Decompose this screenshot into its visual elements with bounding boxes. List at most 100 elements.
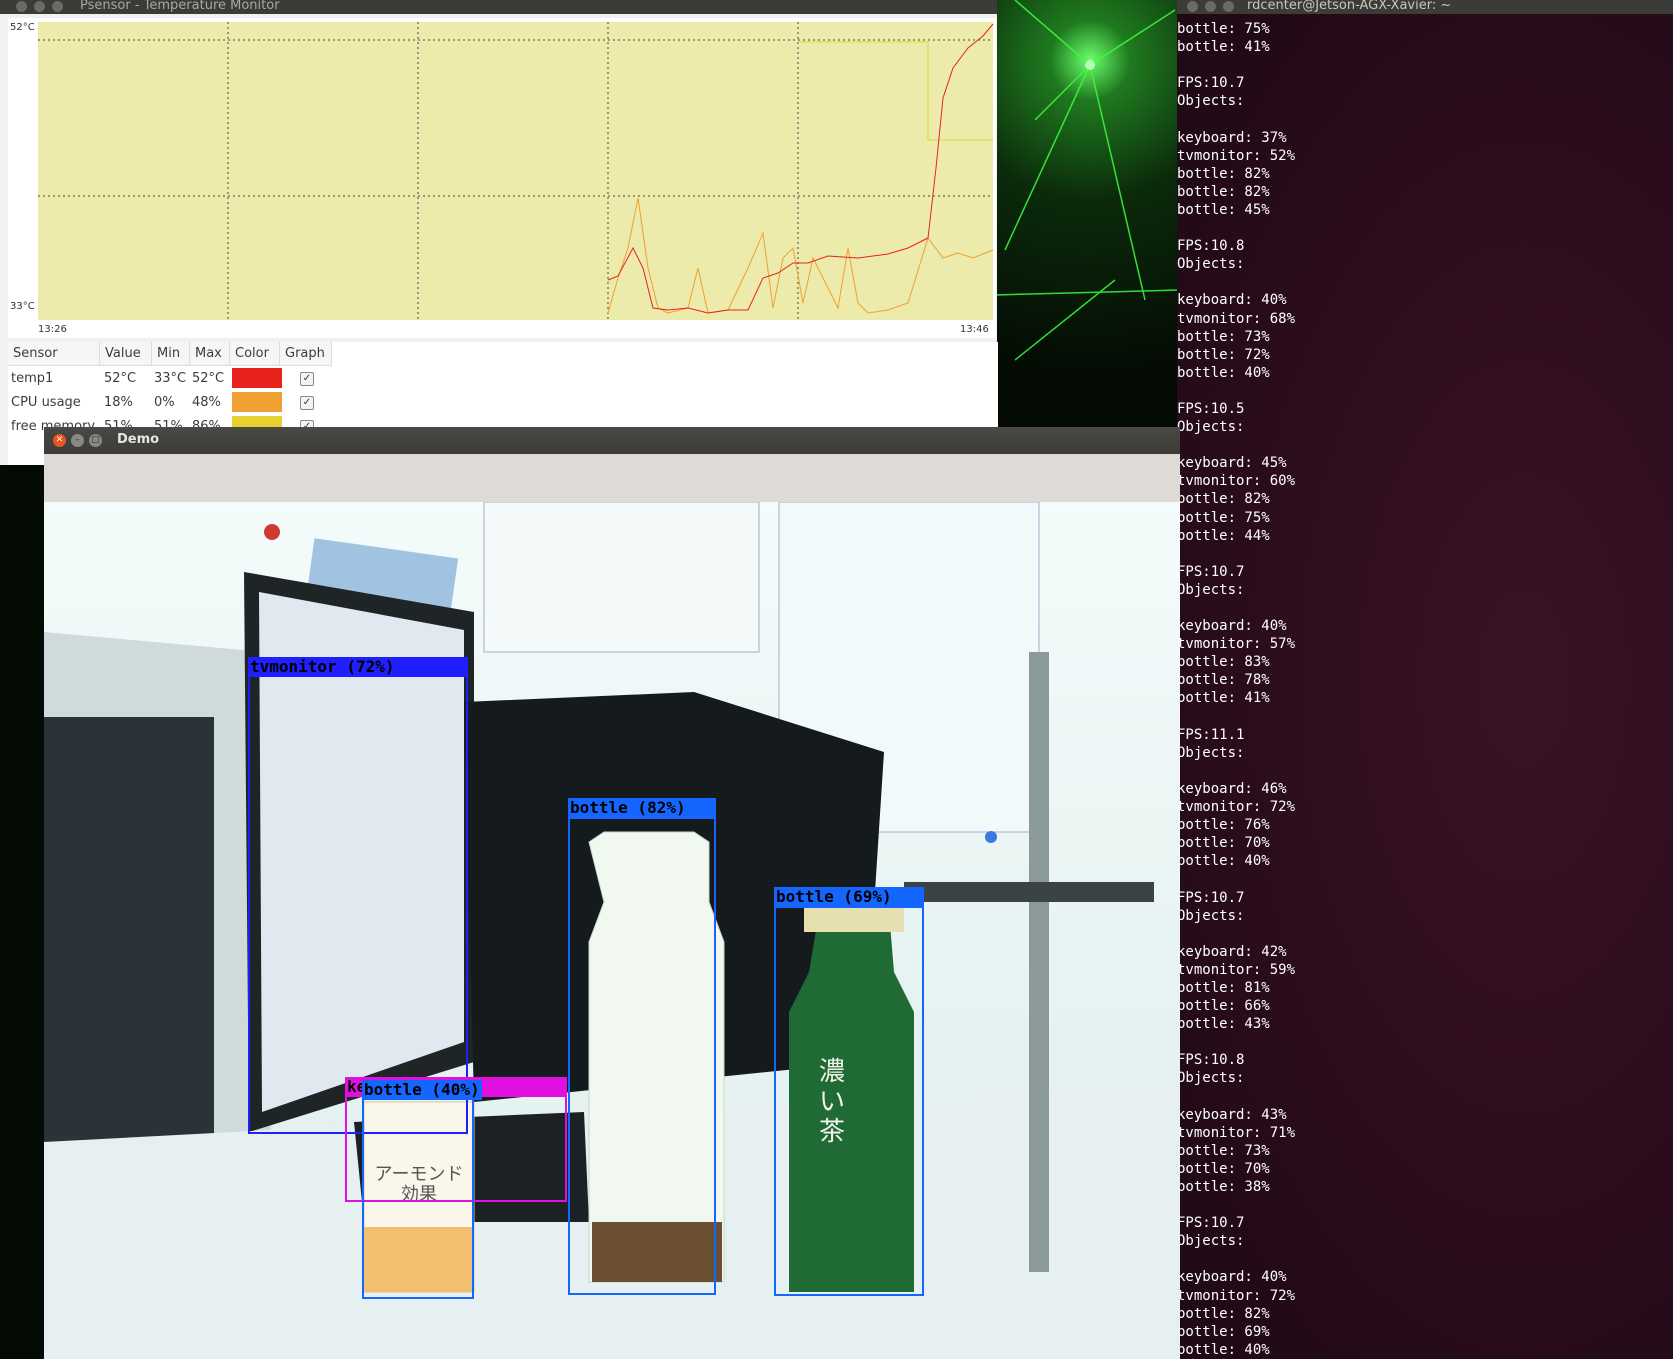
- terminal-line: bottle: 83%: [1177, 654, 1270, 671]
- terminal-line: FPS:10.7: [1177, 1215, 1245, 1232]
- sensor-name: temp1: [11, 371, 54, 386]
- terminal-line: tvmonitor: 59%: [1177, 961, 1296, 978]
- minimize-icon[interactable]: [1205, 1, 1216, 12]
- terminal-line: FPS:11.1: [1177, 726, 1245, 743]
- terminal-line: bottle: 45%: [1177, 201, 1270, 218]
- minimize-icon[interactable]: [34, 1, 45, 12]
- maximize-icon[interactable]: □: [89, 434, 102, 447]
- demo-titlebar[interactable]: ✕ – □ Demo: [44, 427, 1180, 454]
- psensor-window: Psensor - Temperature Monitor 52°C 33°C …: [0, 0, 998, 465]
- maximize-icon[interactable]: [1223, 1, 1234, 12]
- terminal-line: bottle: 40%: [1177, 1341, 1270, 1358]
- shelf: [904, 882, 1154, 902]
- terminal-line: Objects:: [1177, 419, 1245, 436]
- terminal-line: FPS:10.8: [1177, 238, 1245, 255]
- terminal-line: keyboard: 43%: [1177, 1106, 1287, 1123]
- column-header-color[interactable]: Color: [230, 342, 280, 366]
- detection-box: [774, 906, 924, 1296]
- detection-label: tvmonitor (72%): [248, 657, 468, 677]
- close-icon[interactable]: [1187, 1, 1198, 12]
- window-title: Demo: [117, 432, 160, 447]
- sensor-name: CPU usage: [11, 395, 81, 410]
- terminal-line: bottle: 41%: [1177, 690, 1270, 707]
- color-swatch[interactable]: [232, 368, 282, 388]
- terminal-line: bottle: 75%: [1177, 21, 1270, 37]
- column-header-graph[interactable]: Graph: [280, 342, 332, 366]
- detection-box: [248, 674, 468, 1134]
- terminal-line: bottle: 69%: [1177, 1323, 1270, 1340]
- terminal-line: bottle: 73%: [1177, 1142, 1270, 1159]
- terminal-line: tvmonitor: 60%: [1177, 473, 1296, 490]
- terminal-line: bottle: 82%: [1177, 165, 1270, 182]
- terminal-line: Objects:: [1177, 256, 1245, 273]
- desktop-wallpaper-art: [995, 0, 1180, 361]
- terminal-line: tvmonitor: 68%: [1177, 310, 1296, 327]
- terminal-line: bottle: 82%: [1177, 183, 1270, 200]
- terminal-line: Objects:: [1177, 93, 1245, 110]
- terminal-line: bottle: 66%: [1177, 998, 1270, 1015]
- terminal-line: bottle: 76%: [1177, 817, 1270, 834]
- terminal-line: FPS:10.5: [1177, 400, 1245, 417]
- demo-toolbar: [44, 454, 1180, 502]
- blue-magnet: [985, 831, 997, 843]
- terminal-line: tvmonitor: 52%: [1177, 147, 1296, 164]
- close-icon[interactable]: [16, 1, 27, 12]
- terminal-line: keyboard: 40%: [1177, 618, 1287, 635]
- terminal-line: keyboard: 40%: [1177, 1269, 1287, 1286]
- color-swatch[interactable]: [232, 392, 282, 412]
- column-header-sensor[interactable]: Sensor: [8, 342, 100, 366]
- sensor-value: 52°C: [104, 371, 137, 386]
- terminal-line: Objects:: [1177, 744, 1245, 761]
- maximize-icon[interactable]: [52, 1, 63, 12]
- terminal-line: keyboard: 42%: [1177, 943, 1287, 960]
- terminal-line: bottle: 75%: [1177, 509, 1270, 526]
- terminal-line: Objects:: [1177, 581, 1245, 598]
- terminal-line: bottle: 82%: [1177, 491, 1270, 508]
- terminal-line: FPS:10.7: [1177, 563, 1245, 580]
- graph-plot-area: [38, 22, 993, 320]
- detection-label: bottle (69%): [774, 887, 924, 907]
- terminal-output[interactable]: bottle: 75% bottle: 41% FPS:10.7 Objects: …: [1177, 20, 1673, 1359]
- terminal-line: Objects:: [1177, 1070, 1245, 1087]
- graph-checkbox[interactable]: ✓: [300, 372, 314, 386]
- terminal-titlebar[interactable]: rdcenter@Jetson-AGX-Xavier: ~: [1177, 0, 1673, 14]
- shelf-post: [1029, 652, 1049, 1272]
- psensor-titlebar[interactable]: Psensor - Temperature Monitor: [0, 0, 997, 14]
- sensor-value: 18%: [104, 395, 133, 410]
- terminal-line: keyboard: 45%: [1177, 455, 1287, 472]
- temperature-graph: 52°C 33°C 13:26 13:46: [8, 18, 996, 338]
- detection-label: bottle (40%): [362, 1080, 482, 1100]
- wall-poster: [483, 502, 760, 653]
- terminal-line: tvmonitor: 72%: [1177, 799, 1296, 816]
- column-header-min[interactable]: Min: [152, 342, 190, 366]
- terminal-line: keyboard: 46%: [1177, 780, 1287, 797]
- column-header-max[interactable]: Max: [190, 342, 230, 366]
- terminal-line: bottle: 73%: [1177, 328, 1270, 345]
- terminal-line: FPS:10.7: [1177, 889, 1245, 906]
- sensor-min: 0%: [154, 395, 175, 410]
- detection-box: [568, 817, 716, 1295]
- terminal-line: bottle: 70%: [1177, 835, 1270, 852]
- terminal-line: tvmonitor: 57%: [1177, 636, 1296, 653]
- sensor-max: 52°C: [192, 371, 225, 386]
- detection-label: bottle (82%): [568, 798, 716, 818]
- terminal-window[interactable]: rdcenter@Jetson-AGX-Xavier: ~ bottle: 75…: [1177, 0, 1673, 1359]
- terminal-line: Objects:: [1177, 1233, 1245, 1250]
- column-header-value[interactable]: Value: [100, 342, 152, 366]
- x-start-label: 13:26: [38, 324, 67, 335]
- close-icon[interactable]: ✕: [53, 434, 66, 447]
- minimize-icon[interactable]: –: [71, 434, 84, 447]
- terminal-line: bottle: 72%: [1177, 346, 1270, 363]
- graph-checkbox[interactable]: ✓: [300, 396, 314, 410]
- terminal-line: bottle: 40%: [1177, 853, 1270, 870]
